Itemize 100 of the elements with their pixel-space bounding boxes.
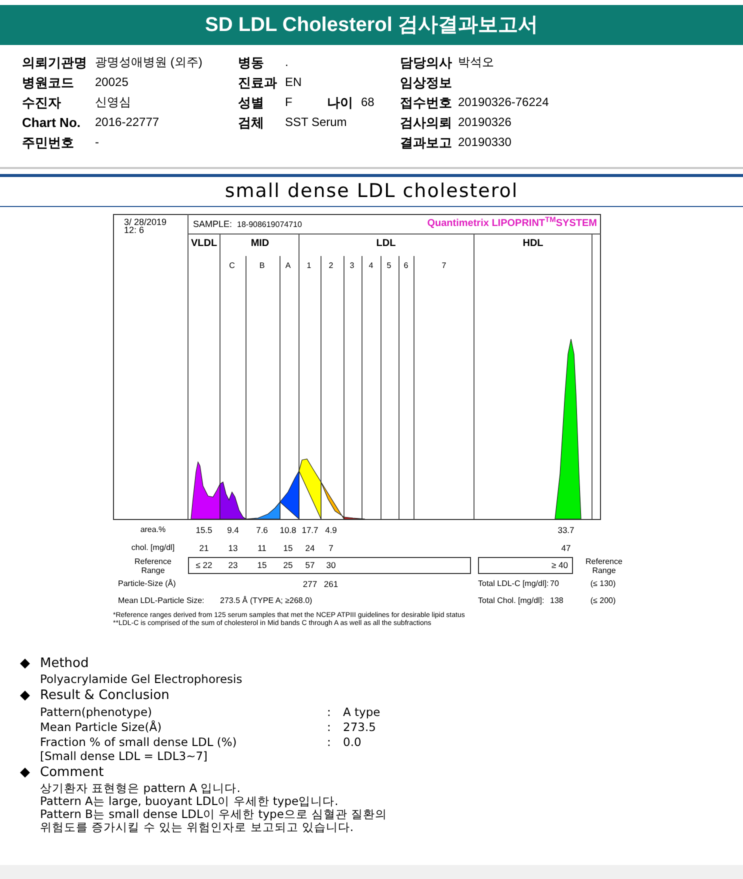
band-label: 4 — [368, 262, 374, 270]
info-value: SST Serum — [285, 114, 347, 132]
info-value: EN — [285, 74, 303, 92]
body-text: Polyacrylamide Gel Electrophoresis — [40, 673, 244, 686]
table-cell: 9.4 — [227, 526, 239, 534]
row-label: area.% — [140, 526, 166, 534]
band-label: 6 — [404, 262, 408, 270]
table-cell: 138 — [550, 597, 564, 605]
row-label: Total LDL-C [mg/dl]: — [478, 580, 549, 588]
diamond-bullet: ◆ — [20, 689, 31, 702]
table-cell: 23 — [228, 561, 238, 570]
table-cell: 4.9 — [325, 526, 337, 534]
band-label: C — [229, 262, 235, 270]
table-cell: 57 — [305, 561, 315, 570]
row-label: Reference Range — [134, 557, 172, 575]
info-value: 2016-22777 — [95, 114, 160, 132]
info-label: 수진자 — [22, 94, 62, 112]
info-value: - — [95, 134, 99, 152]
fraction-group-label: LDL — [376, 239, 396, 249]
band-label: 2 — [328, 262, 334, 270]
row-label: Particle-Size (Å) — [118, 580, 176, 588]
reference-range-box: ≥ 40 — [478, 557, 573, 574]
table-cell: 21 — [199, 544, 209, 552]
section-title: small dense LDL cholesterol — [224, 179, 520, 204]
info-label: Chart No. — [22, 114, 82, 132]
result-separator: : — [327, 720, 332, 735]
row-label: chol. [mg/dl] — [131, 544, 175, 552]
info-label: 성별 — [238, 94, 265, 112]
info-value: 20190326-76224 — [458, 94, 549, 112]
body-text: Pattern B는 small dense LDL이 우세한 type으로 심혈관 질환의 — [40, 808, 388, 821]
table-cell: 24 — [305, 544, 315, 552]
table-cell: 11 — [258, 544, 266, 552]
section-heading: Method — [40, 654, 89, 673]
diamond-bullet: ◆ — [20, 657, 31, 670]
body-text: 상기환자 표현형은 pattern A 입니다. — [40, 782, 242, 795]
result-value: 273.5 — [343, 720, 376, 735]
table-cell: (≤ 200) — [590, 597, 616, 605]
fraction-group-label: HDL — [522, 239, 544, 249]
info-label: 병동 — [238, 54, 265, 72]
row-label: Reference Range — [584, 557, 624, 575]
table-cell: 17.7 — [302, 526, 318, 534]
row-label: Total Chol. [mg/dl]: — [478, 597, 544, 605]
fraction-group-label: VLDL — [190, 239, 218, 249]
body-text: [Small dense LDL = LDL3~7] — [40, 750, 209, 763]
body-text: 위험도를 증가시킬 수 있는 위험인자로 보고되고 있습니다. — [40, 821, 355, 834]
result-label: Mean Particle Size(Å) — [40, 720, 163, 735]
chart-date: 3/ 28/2019 — [124, 218, 167, 227]
table-cell: 261 — [324, 580, 338, 588]
band-label: 1 — [306, 262, 312, 270]
table-cell: 10.8 — [280, 526, 296, 534]
table-cell: 7 — [328, 544, 334, 552]
report-title-banner: SD LDL Cholesterol 검사결과보고서 — [0, 5, 743, 45]
sample-id: 18-908619074710 — [237, 221, 302, 229]
chart-time: 12: 6 — [124, 226, 144, 235]
info-value: 20190326 — [458, 114, 512, 132]
table-cell: 7.6 — [256, 526, 268, 534]
info-value: 광명성애병원 (외주) — [95, 54, 202, 72]
section-heading: Result & Conclusion — [40, 686, 170, 705]
result-value: 0.0 — [343, 735, 362, 750]
row-label: Mean LDL-Particle Size: — [118, 597, 204, 605]
band-label: B — [259, 262, 265, 270]
section-heading: Comment — [40, 764, 104, 782]
info-value: 68 — [361, 94, 376, 112]
info-value: F — [285, 94, 294, 112]
table-cell: 30 — [326, 561, 336, 570]
table-cell: 277 — [302, 580, 318, 588]
diamond-bullet: ◆ — [20, 766, 31, 779]
info-value: 박석오 — [458, 54, 494, 72]
info-value: 20190330 — [458, 134, 512, 152]
table-cell: ≤ 22 — [196, 561, 212, 570]
table-cell: 273.5 Å — [220, 597, 248, 605]
info-label: 진료과 — [238, 74, 278, 92]
info-value: . — [285, 54, 290, 72]
result-label: Fraction % of small dense LDL (%) — [40, 735, 238, 750]
info-label: 검사의뢰 — [400, 114, 453, 132]
info-value: 20025 — [95, 74, 128, 92]
table-cell: 13 — [228, 544, 238, 552]
band-label: 3 — [350, 262, 354, 270]
info-label: 검체 — [238, 114, 265, 132]
info-label: 임상정보 — [400, 74, 453, 92]
info-label: 주민번호 — [22, 134, 75, 152]
result-separator: : — [327, 705, 332, 720]
table-cell: (≤ 130) — [590, 580, 616, 588]
band-label: A — [285, 262, 291, 270]
info-label: 의뢰기관명 — [22, 54, 88, 72]
result-label: Pattern(phenotype) — [40, 705, 154, 720]
fraction-group-label: MID — [250, 239, 270, 249]
table-cell: 25 — [283, 561, 293, 570]
table-cell: 33.7 — [558, 526, 574, 534]
info-value: 신영심 — [95, 94, 131, 112]
info-label: 담당의사 — [400, 54, 453, 72]
table-cell: 70 — [550, 580, 559, 588]
table-cell: 47 — [561, 544, 571, 552]
result-separator: : — [327, 735, 332, 750]
body-text: Pattern A는 large, buoyant LDL이 우세한 type입니다. — [40, 795, 340, 808]
brand-label: Quantimetrix LIPOPRINT$^{TM}$SYSTEM — [427, 219, 597, 229]
info-label: 나이 — [327, 94, 353, 112]
table-cell: 15.5 — [196, 526, 212, 534]
sample-label: SAMPLE: — [193, 220, 232, 229]
table-cell: (TYPE A; ≥268.0) — [250, 597, 312, 605]
